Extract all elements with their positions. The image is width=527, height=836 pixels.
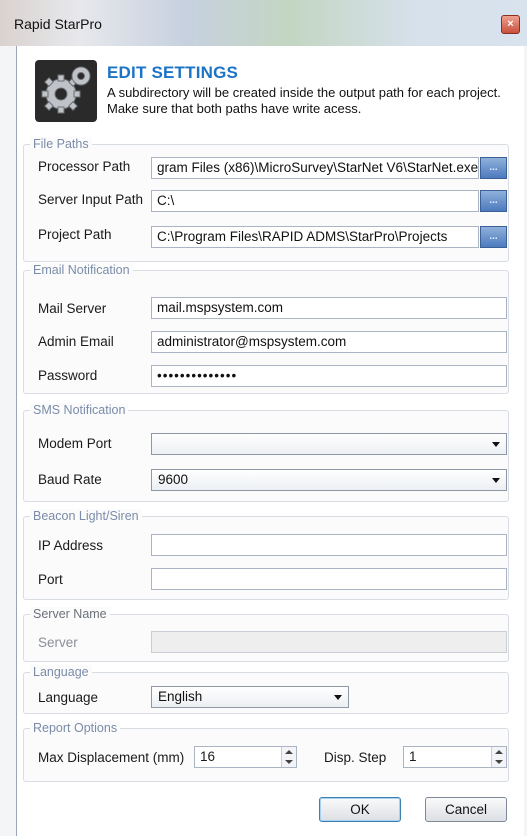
gears-icon: [35, 60, 97, 122]
server-name-legend: Server Name: [30, 607, 110, 621]
project-path-input[interactable]: C:\Program Files\RAPID ADMS\StarPro\Proj…: [151, 226, 479, 248]
sms-notification-group: SMS Notification Modem Port Baud Rate 96…: [23, 403, 509, 502]
processor-path-label: Processor Path: [38, 159, 131, 174]
processor-browse-button[interactable]: ...: [480, 157, 507, 179]
language-label: Language: [38, 690, 99, 705]
baud-rate-select[interactable]: 9600: [151, 469, 507, 491]
language-value: English: [158, 689, 203, 704]
baud-rate-value: 9600: [158, 472, 189, 487]
spin-down-icon[interactable]: [285, 760, 293, 764]
server-label: Server: [38, 635, 78, 650]
baud-rate-label: Baud Rate: [38, 472, 102, 487]
max-displacement-value: 16: [200, 749, 216, 764]
project-path-label: Project Path: [38, 227, 112, 242]
project-browse-button[interactable]: ...: [480, 226, 507, 248]
window-title: Rapid StarPro: [14, 16, 102, 32]
disp-step-value: 1: [409, 749, 417, 764]
admin-email-input[interactable]: administrator@mspsystem.com: [151, 331, 507, 353]
port-input[interactable]: [151, 568, 507, 590]
disp-step-spin-buttons[interactable]: [491, 747, 506, 767]
max-displacement-spin-buttons[interactable]: [281, 747, 296, 767]
beacon-legend: Beacon Light/Siren: [30, 509, 142, 523]
chevron-down-icon: [334, 695, 342, 700]
ok-button[interactable]: OK: [319, 797, 401, 822]
settings-description: A subdirectory will be created inside th…: [107, 85, 501, 116]
port-label: Port: [38, 572, 63, 587]
mail-server-input[interactable]: mail.mspsystem.com: [151, 297, 507, 319]
close-icon: ×: [507, 18, 514, 30]
server-input: [151, 631, 507, 653]
cancel-button[interactable]: Cancel: [425, 797, 507, 822]
language-select[interactable]: English: [151, 686, 349, 708]
processor-path-input[interactable]: gram Files (x86)\MicroSurvey\StarNet V6\…: [151, 157, 479, 179]
modem-port-select[interactable]: [151, 433, 507, 455]
title-bar: Rapid StarPro ×: [0, 0, 527, 46]
server-name-group: Server Name Server: [23, 607, 509, 662]
chevron-down-icon: [492, 478, 500, 483]
language-legend: Language: [30, 665, 92, 679]
spin-up-icon[interactable]: [495, 750, 503, 754]
language-group: Language Language English: [23, 665, 509, 714]
mail-server-label: Mail Server: [38, 301, 107, 316]
max-displacement-label: Max Displacement (mm): [38, 750, 185, 765]
server-input-path-input[interactable]: C:\: [151, 190, 479, 212]
spin-down-icon[interactable]: [495, 760, 503, 764]
file-paths-group: File Paths Processor Path gram Files (x8…: [23, 137, 509, 262]
sms-notification-legend: SMS Notification: [30, 403, 129, 417]
modem-port-label: Modem Port: [38, 436, 112, 451]
ip-address-label: IP Address: [38, 538, 104, 553]
report-options-legend: Report Options: [30, 721, 121, 735]
file-paths-legend: File Paths: [30, 137, 92, 151]
server-input-path-label: Server Input Path: [38, 192, 144, 207]
beacon-group: Beacon Light/Siren IP Address Port: [23, 509, 509, 600]
password-label: Password: [38, 368, 98, 383]
chevron-down-icon: [492, 442, 500, 447]
admin-email-label: Admin Email: [38, 334, 114, 349]
max-displacement-stepper[interactable]: 16: [194, 746, 297, 768]
spin-up-icon[interactable]: [285, 750, 293, 754]
close-button[interactable]: ×: [501, 15, 520, 34]
disp-step-label: Disp. Step: [324, 750, 387, 765]
disp-step-stepper[interactable]: 1: [403, 746, 507, 768]
password-input[interactable]: ••••••••••••••: [151, 365, 507, 387]
ip-address-input[interactable]: [151, 534, 507, 556]
settings-dialog: EDIT SETTINGS A subdirectory will be cre…: [16, 46, 524, 836]
email-notification-legend: Email Notification: [30, 263, 133, 277]
report-options-group: Report Options Max Displacement (mm) 16 …: [23, 721, 509, 782]
page-title: EDIT SETTINGS: [107, 63, 239, 82]
email-notification-group: Email Notification Mail Server mail.msps…: [23, 263, 509, 394]
server-input-browse-button[interactable]: ...: [480, 190, 507, 212]
